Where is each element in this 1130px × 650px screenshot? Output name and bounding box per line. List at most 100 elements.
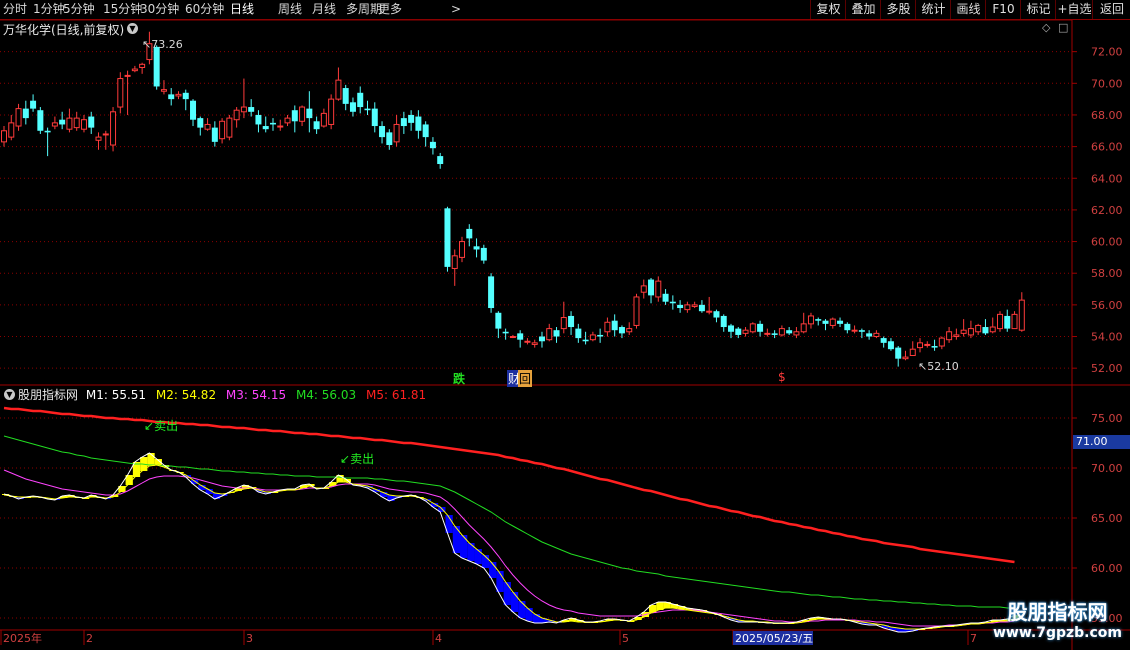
marker-drop[interactable]: 跌 bbox=[453, 370, 465, 387]
sell-signal-2: ↙卖出 bbox=[340, 452, 375, 466]
toolbar-button-8[interactable]: 返回 bbox=[1092, 0, 1130, 19]
candle-body bbox=[924, 343, 931, 346]
candle-body bbox=[684, 304, 691, 311]
more-arrow-icon[interactable]: > bbox=[451, 1, 461, 18]
marker-return[interactable]: 回 bbox=[518, 370, 533, 387]
candle-body bbox=[30, 100, 37, 109]
candle-body bbox=[662, 293, 669, 302]
candle-body bbox=[909, 348, 916, 357]
band-block bbox=[460, 535, 468, 558]
candle-body bbox=[451, 255, 458, 269]
candle-body bbox=[953, 334, 960, 338]
candle-body bbox=[291, 110, 298, 122]
candle-body bbox=[786, 330, 793, 334]
candle-body bbox=[80, 119, 87, 130]
candle-body bbox=[611, 320, 618, 331]
band-block bbox=[474, 549, 482, 564]
period-tab-9[interactable]: 多周期 bbox=[346, 1, 382, 18]
indicator-name[interactable]: 股朋指标网 bbox=[18, 388, 78, 402]
toolbar-button-2[interactable]: 多股 bbox=[880, 0, 916, 19]
candle-body bbox=[15, 108, 22, 127]
period-tab-5[interactable]: 60分钟 bbox=[185, 1, 224, 18]
xaxis-label: 2 bbox=[86, 632, 93, 645]
candle-body bbox=[190, 100, 197, 120]
diamond-icon[interactable]: ◇ bbox=[1042, 21, 1050, 34]
candle-body bbox=[393, 123, 400, 143]
main-tick-label: 68.00 bbox=[1091, 109, 1123, 122]
toolbar-button-0[interactable]: 复权 bbox=[810, 0, 846, 19]
ind-tick-label: 65.00 bbox=[1091, 512, 1123, 525]
main-tick-label: 62.00 bbox=[1091, 204, 1123, 217]
candle-body bbox=[728, 325, 734, 332]
band-block bbox=[503, 582, 511, 605]
toolbar-button-5[interactable]: F10 bbox=[985, 0, 1021, 19]
period-tab-10[interactable]: 更多 bbox=[378, 1, 402, 18]
high-price-label: ↖73.26 bbox=[142, 38, 183, 51]
candle-body bbox=[488, 276, 495, 309]
candle-body bbox=[866, 333, 873, 337]
candle-body bbox=[887, 341, 894, 350]
candle-body bbox=[989, 326, 996, 333]
candle-body bbox=[495, 312, 502, 329]
candle-body bbox=[66, 117, 73, 130]
sell-signal-1: ↙卖出 bbox=[144, 419, 179, 433]
period-tab-7[interactable]: 周线 bbox=[278, 1, 302, 18]
candle-body bbox=[437, 156, 444, 165]
band-block bbox=[510, 592, 519, 612]
main-tick-label: 58.00 bbox=[1091, 267, 1123, 280]
toolbar-button-3[interactable]: 统计 bbox=[915, 0, 951, 19]
candle-body bbox=[655, 280, 662, 298]
candle-body bbox=[240, 106, 247, 113]
window-icon[interactable]: □ bbox=[1058, 21, 1068, 34]
period-tab-2[interactable]: 5分钟 bbox=[63, 1, 95, 18]
period-tab-4[interactable]: 30分钟 bbox=[140, 1, 179, 18]
period-tab-3[interactable]: 15分钟 bbox=[103, 1, 142, 18]
candle-body bbox=[538, 336, 545, 342]
watermark-logo: 股朋指标网 www.7gpzb.com bbox=[985, 600, 1130, 650]
candle-body bbox=[51, 122, 58, 127]
chart-canvas[interactable]: 52.00 54.00 56.00 58.00 60.00 62.00 64.00 66.00… bbox=[0, 0, 1130, 650]
legend-m1: M1: 55.51 bbox=[85, 388, 147, 402]
candle-body bbox=[160, 89, 167, 92]
candle-body bbox=[342, 88, 349, 104]
candle-body bbox=[1, 130, 7, 143]
period-tab-6[interactable]: 日线 bbox=[230, 1, 254, 18]
period-toolbar: 分时 1分钟 5分钟 15分钟 30分钟 60分钟 日线 周线 月线 多周期 更多 > 复权 叠加 多股 统计… bbox=[0, 0, 1130, 20]
candle-body bbox=[22, 108, 29, 119]
candle-body bbox=[371, 108, 378, 127]
candle-body bbox=[226, 117, 233, 138]
candle-body bbox=[284, 117, 291, 124]
toolbar-button-4[interactable]: 画线 bbox=[950, 0, 986, 19]
candle-body bbox=[320, 112, 327, 127]
candle-body bbox=[822, 320, 829, 324]
period-tab-0[interactable]: 分时 bbox=[3, 1, 27, 18]
candle-body bbox=[597, 334, 604, 337]
candle-body bbox=[1004, 315, 1011, 329]
toolbar-button-1[interactable]: 叠加 bbox=[845, 0, 881, 19]
candle-body bbox=[110, 111, 117, 146]
marker-dividend[interactable]: $ bbox=[778, 370, 786, 384]
candle-body bbox=[400, 118, 407, 127]
candle-body bbox=[335, 79, 342, 100]
candle-body bbox=[633, 296, 640, 326]
candle-body bbox=[153, 46, 160, 87]
candle-body bbox=[37, 110, 44, 131]
indicator-current-value: 71.00 bbox=[1073, 435, 1130, 449]
toolbar-button-6[interactable]: 标记 bbox=[1020, 0, 1056, 19]
candle-body bbox=[764, 332, 771, 335]
candle-body bbox=[982, 327, 989, 334]
candle-body bbox=[175, 93, 182, 97]
candle-body bbox=[778, 328, 785, 336]
candle-body bbox=[648, 279, 655, 296]
toolbar-button-7[interactable]: +自选 bbox=[1055, 0, 1093, 19]
candle-body bbox=[967, 328, 974, 336]
period-tab-1[interactable]: 1分钟 bbox=[33, 1, 65, 18]
indicator-legend: 股朋指标网 M1: 55.51 M2: 54.82 M3: 54.15 M4: … bbox=[18, 386, 426, 403]
period-tab-8[interactable]: 月线 bbox=[312, 1, 336, 18]
candle-body bbox=[95, 136, 102, 141]
xaxis-label: 2025/05/23/五 bbox=[735, 632, 813, 645]
indicator-menu-icon[interactable]: ▼ bbox=[4, 389, 15, 400]
candle-body bbox=[575, 328, 582, 339]
title-menu-icon[interactable]: ▼ bbox=[127, 23, 138, 34]
candle-body bbox=[117, 78, 124, 108]
